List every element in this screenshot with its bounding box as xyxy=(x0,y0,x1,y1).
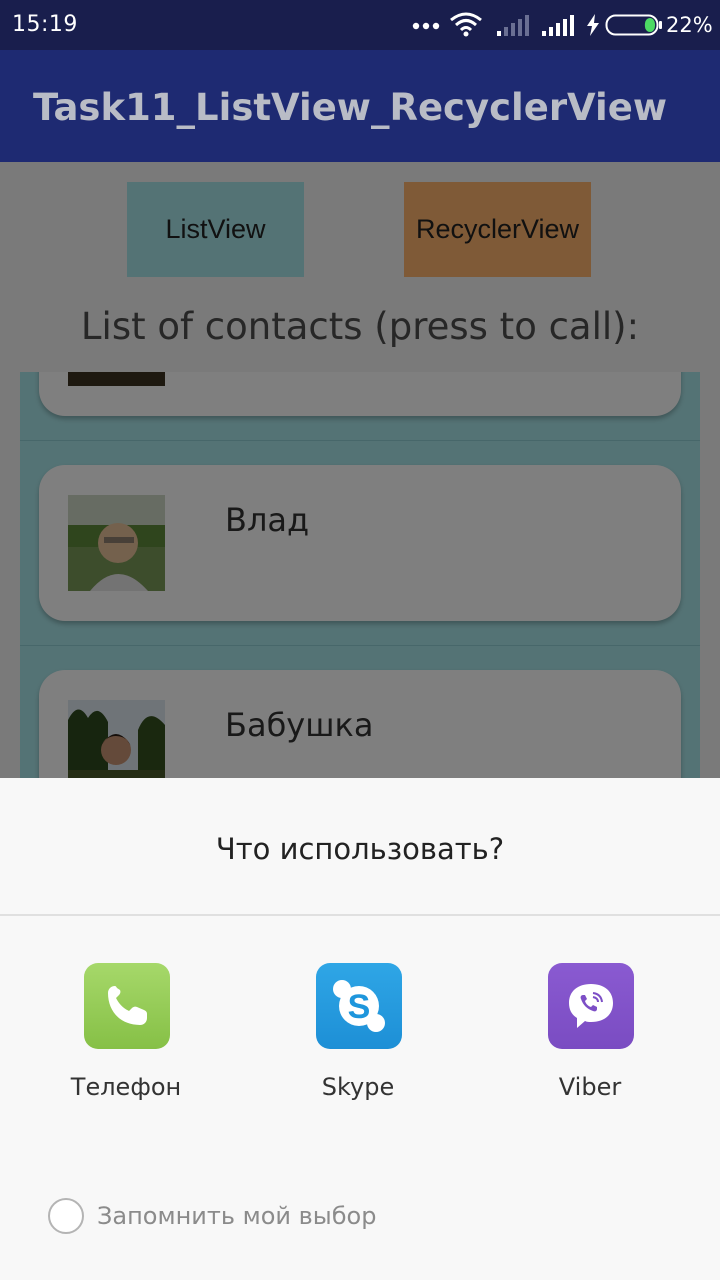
charging-bolt-icon xyxy=(587,14,599,36)
battery-icon xyxy=(605,14,662,36)
chooser-title: Что использовать? xyxy=(215,832,505,866)
app-label-viber: Viber xyxy=(558,1073,622,1101)
more-dots-icon xyxy=(412,22,440,30)
app-label-skype: Skype xyxy=(321,1073,395,1101)
status-time: 15:19 xyxy=(12,12,78,37)
skype-app-icon[interactable]: S xyxy=(316,963,402,1049)
phone-app-icon[interactable] xyxy=(84,963,170,1049)
remember-label: Запомнить мой выбор xyxy=(97,1202,377,1230)
app-bar: Task11_ListView_RecyclerView xyxy=(0,50,720,162)
app-title: Task11_ListView_RecyclerView xyxy=(33,86,668,129)
wifi-icon xyxy=(450,12,482,37)
svg-text:S: S xyxy=(348,988,371,1026)
remember-choice[interactable]: Запомнить мой выбор xyxy=(48,1196,376,1236)
remember-radio[interactable] xyxy=(48,1198,84,1234)
battery-percent: 22% xyxy=(666,13,713,37)
signal-weak-icon xyxy=(497,15,529,36)
app-label-phone: Телефон xyxy=(70,1073,182,1101)
chooser-divider xyxy=(0,914,720,916)
app-option-viber[interactable]: Viber xyxy=(474,963,706,1113)
viber-app-icon[interactable] xyxy=(548,963,634,1049)
app-chooser-sheet: Что использовать? Телефон S Skype Viber … xyxy=(0,778,720,1280)
status-bar: 15:19 22% xyxy=(0,0,720,50)
dim-overlay[interactable] xyxy=(0,162,720,778)
app-option-skype[interactable]: S Skype xyxy=(242,963,474,1113)
signal-icon xyxy=(542,15,574,36)
app-option-phone[interactable]: Телефон xyxy=(10,963,242,1113)
